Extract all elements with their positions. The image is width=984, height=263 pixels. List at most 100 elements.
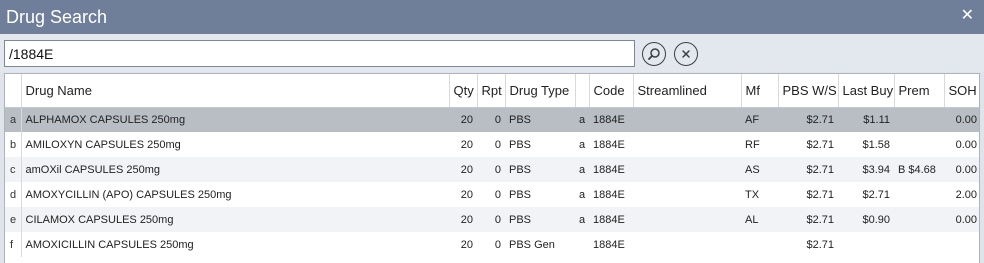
code-cell: 1884E [589,107,633,132]
flag-cell: a [579,138,586,151]
prem-cell [894,232,944,257]
streamlined-cell [633,107,741,132]
drug-name-cell: CILAMOX CAPSULES 250mg [21,207,449,232]
table-row[interactable]: a ALPHAMOX CAPSULES 250mg 20 0 PBS a 188… [5,107,979,132]
code-cell: 1884E [593,138,625,151]
window-title: Drug Search [6,7,108,27]
drug-type-cell: PBS [505,207,575,232]
flag-cell: a [575,207,589,232]
flag-cell [575,232,589,257]
rpt-cell: 0 [494,238,501,251]
pbs-ws-cell: $2.71 [778,157,838,182]
rpt-cell: 0 [494,188,501,201]
last-buy-cell: $3.94 [838,157,894,182]
column-header-drug-name[interactable]: Drug Name [21,74,450,108]
drug-name-cell: AMOXICILLIN CAPSULES 250mg [25,238,194,251]
last-buy-cell: $0.90 [838,207,894,232]
pbs-ws-cell: $2.71 [806,188,834,201]
mf-cell: TX [745,188,760,201]
qty-cell: 20 [460,188,473,201]
streamlined-cell [633,207,741,232]
drug-type-cell: PBS Gen [509,238,555,251]
column-header-last-buy[interactable]: Last Buy [838,74,895,108]
table-row[interactable]: b AMILOXYN CAPSULES 250mg 20 0 PBS a 188… [5,132,979,157]
search-icon [648,48,660,60]
soh-cell: 0.00 [944,107,979,132]
streamlined-cell [633,182,741,207]
mf-cell: AS [741,157,778,182]
rpt-cell: 0 [477,107,505,132]
drug-results-table: Drug Name Qty Rpt Drug Type Code Streaml… [4,73,980,263]
pbs-ws-cell: $2.71 [806,238,834,251]
search-input[interactable] [4,40,635,67]
table-row[interactable]: e CILAMOX CAPSULES 250mg 20 0 PBS a 1884… [5,207,979,232]
table-header-row: Drug Name Qty Rpt Drug Type Code Streaml… [5,74,979,108]
qty-cell: 20 [460,138,473,151]
column-header-streamlined[interactable]: Streamlined [633,74,742,108]
drug-type-cell: PBS [509,138,532,151]
mf-cell: AF [741,107,778,132]
table-row[interactable]: c amOXil CAPSULES 250mg 20 0 PBS a 1884E… [5,157,979,182]
code-cell: 1884E [589,157,633,182]
last-buy-cell: $1.11 [838,107,894,132]
drug-name-cell: amOXil CAPSULES 250mg [21,157,449,182]
column-header-prem[interactable]: Prem [894,74,945,108]
column-header-mf[interactable]: Mf [741,74,779,108]
row-key: b [5,132,22,157]
mf-cell: RF [745,138,760,151]
prem-cell [894,207,944,232]
rpt-cell: 0 [477,157,505,182]
last-buy-cell: $2.71 [862,188,890,201]
column-header-pbs-ws[interactable]: PBS W/S [778,74,839,108]
prem-cell [894,132,944,157]
row-key: e [5,207,22,232]
column-header-qty[interactable]: Qty [449,74,478,108]
row-key: d [5,182,22,207]
pbs-ws-cell: $2.71 [778,207,838,232]
column-header-soh[interactable]: SOH [944,74,979,108]
soh-cell: 0.00 [955,138,977,151]
column-header-rpt[interactable]: Rpt [477,74,506,108]
qty-cell: 20 [449,207,477,232]
column-header-index [5,74,22,108]
drug-name-cell: ALPHAMOX CAPSULES 250mg [21,107,449,132]
table-row[interactable]: d AMOXYCILLIN (APO) CAPSULES 250mg 20 0 … [5,182,979,207]
pbs-ws-cell: $2.71 [778,107,838,132]
flag-cell: a [575,107,589,132]
title-bar: Drug Search ✕ [0,0,984,34]
code-cell: 1884E [589,207,633,232]
qty-cell: 20 [449,157,477,182]
drug-name-cell: AMOXYCILLIN (APO) CAPSULES 250mg [25,188,232,201]
drug-type-cell: PBS [505,107,575,132]
column-header-code[interactable]: Code [589,74,634,108]
prem-cell [894,107,944,132]
search-button[interactable] [642,42,666,66]
last-buy-cell: $1.58 [862,138,890,151]
prem-cell [894,182,944,207]
rpt-cell: 0 [494,138,501,151]
code-cell: 1884E [593,188,625,201]
soh-cell: 0.00 [944,207,979,232]
streamlined-cell [633,232,741,257]
streamlined-cell [633,157,741,182]
pbs-ws-cell: $2.71 [806,138,834,151]
column-header-drug-type[interactable]: Drug Type [505,74,576,108]
drug-type-cell: PBS [505,157,575,182]
qty-cell: 20 [449,107,477,132]
row-key: a [5,107,22,132]
rpt-cell: 0 [477,207,505,232]
drug-name-cell: AMILOXYN CAPSULES 250mg [25,138,181,151]
soh-cell: 2.00 [955,188,977,201]
clear-button[interactable] [674,42,698,66]
close-icon[interactable]: ✕ [961,6,974,26]
soh-cell: 0.00 [944,157,979,182]
flag-cell: a [579,188,586,201]
soh-cell [944,232,979,257]
streamlined-cell [633,132,741,157]
row-key: f [5,232,22,257]
table-row[interactable]: f AMOXICILLIN CAPSULES 250mg 20 0 PBS Ge… [5,232,979,257]
mf-cell: AL [741,207,778,232]
row-key: c [5,157,22,182]
search-bar [0,34,984,72]
qty-cell: 20 [460,238,473,251]
